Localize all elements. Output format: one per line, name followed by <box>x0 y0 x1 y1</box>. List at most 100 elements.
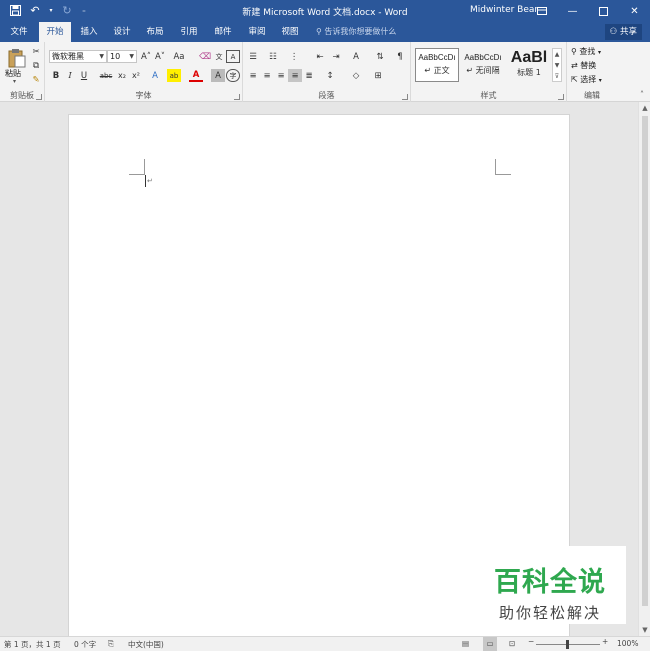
customize-qat-icon[interactable]: ₌ <box>80 3 88 17</box>
zoom-in-icon[interactable]: + <box>602 637 608 646</box>
font-group-label: 字体 <box>135 91 152 100</box>
enclose-char-icon[interactable]: 字 <box>226 69 240 82</box>
zoom-level[interactable]: 100% <box>617 639 638 648</box>
distributed-icon[interactable]: ≣ <box>302 69 316 82</box>
paste-icon[interactable] <box>8 48 26 68</box>
zoom-slider-thumb[interactable] <box>566 640 569 649</box>
char-shading-icon[interactable]: A <box>211 69 225 82</box>
tab-references[interactable]: 引用 <box>174 22 204 42</box>
read-mode-icon[interactable]: ▤ <box>462 639 469 648</box>
styles-scroll[interactable]: ▲ ▼ ⊽ <box>552 48 562 82</box>
copy-icon[interactable]: ⧉ <box>29 59 43 72</box>
line-spacing-icon[interactable]: ↕ <box>323 69 337 82</box>
chevron-down-icon: ▼ <box>99 53 104 60</box>
numbering-icon[interactable]: ☷ <box>266 50 280 63</box>
chevron-down-icon[interactable]: ▾ <box>13 78 16 85</box>
select-button[interactable]: ⇱ 选择 ▾ <box>571 74 602 85</box>
language[interactable]: 中文(中国) <box>128 639 164 650</box>
scroll-down-icon[interactable]: ▼ <box>639 624 650 636</box>
justify-icon[interactable]: ≡ <box>288 69 302 82</box>
phonetic-guide-icon[interactable]: 文 <box>212 50 226 63</box>
tab-review[interactable]: 审阅 <box>242 22 272 42</box>
minimize-icon[interactable]: — <box>557 0 588 22</box>
tell-me-box[interactable]: ⚲ 告诉我你想要做什么 <box>316 22 396 42</box>
style-normal[interactable]: AaBbCcDı ↵ 正文 <box>415 48 459 82</box>
char-border-button[interactable]: A <box>226 50 240 63</box>
font-size-combo[interactable]: 10 ▼ <box>107 50 137 63</box>
scroll-thumb[interactable] <box>642 116 648 606</box>
page-count[interactable]: 第 1 页，共 1 页 <box>4 639 61 650</box>
collapse-ribbon-icon[interactable]: ˄ <box>640 90 644 99</box>
bullets-icon[interactable]: ☰ <box>246 50 260 63</box>
tell-me-text: 告诉我你想要做什么 <box>324 27 397 36</box>
styles-group: AaBbCcDı ↵ 正文 AaBbCcDı ↵ 无间隔 AaBl 标题 1 ▲… <box>411 42 567 102</box>
style-sample: AaBl <box>510 49 548 66</box>
share-button[interactable]: ⚇ 共享 <box>604 24 642 40</box>
align-left-icon[interactable]: ≡ <box>246 69 260 82</box>
cut-icon[interactable]: ✂ <box>29 45 43 58</box>
proofing-icon[interactable]: ⎘ <box>108 639 114 649</box>
person-icon: ⚇ <box>609 27 618 37</box>
undo-icon[interactable]: ↶ <box>28 3 42 17</box>
chevron-down-icon[interactable]: ▾ <box>48 3 54 17</box>
restore-icon[interactable] <box>588 0 619 22</box>
shrink-font-button[interactable]: A˅ <box>153 50 167 63</box>
window-title: 新建 Microsoft Word 文档.docx - Word <box>242 8 408 18</box>
title-bar: ↶ ▾ ↻ ₌ 新建 Microsoft Word 文档.docx - Word… <box>0 0 650 22</box>
paragraph-mark: ↵ <box>147 177 153 185</box>
font-color-button[interactable]: A <box>189 69 203 82</box>
text-effects-icon[interactable]: A <box>148 69 162 82</box>
bold-button[interactable]: B <box>49 69 63 82</box>
italic-button[interactable]: I <box>63 69 77 82</box>
tab-home[interactable]: 开始 <box>39 22 71 42</box>
ribbon-display-icon[interactable] <box>526 0 557 22</box>
shading-icon[interactable]: ◇ <box>349 69 363 82</box>
highlight-button[interactable]: ab <box>167 69 181 82</box>
increase-indent-icon[interactable]: ⇥ <box>329 50 343 63</box>
find-button[interactable]: ⚲ 查找 ▾ <box>571 46 601 57</box>
sort-icon[interactable]: ⇅ <box>373 50 387 63</box>
search-icon: ⚲ <box>571 47 577 56</box>
vertical-scrollbar[interactable]: ▲ ▼ <box>638 102 650 636</box>
select-label: 选择 <box>580 75 597 84</box>
style-no-spacing[interactable]: AaBbCcDı ↵ 无间隔 <box>461 48 505 82</box>
font-size-value: 10 <box>110 52 121 61</box>
font-name-combo[interactable]: 微软雅黑 ▼ <box>49 50 107 63</box>
zoom-out-icon[interactable]: − <box>528 637 534 646</box>
subscript-button[interactable]: x₂ <box>115 69 129 82</box>
underline-button[interactable]: U <box>77 69 91 82</box>
print-layout-icon[interactable]: ▭ <box>483 637 497 651</box>
save-icon[interactable] <box>8 3 22 17</box>
styles-launcher-icon[interactable] <box>558 94 564 100</box>
styles-group-label: 样式 <box>480 91 497 100</box>
word-count[interactable]: 0 个字 <box>74 639 96 650</box>
clear-format-icon[interactable]: ⌫ <box>198 50 212 63</box>
font-launcher-icon[interactable] <box>234 94 240 100</box>
multilevel-list-icon[interactable]: ⋮ <box>287 50 301 63</box>
tab-insert[interactable]: 插入 <box>74 22 104 42</box>
tab-layout[interactable]: 布局 <box>140 22 170 42</box>
tab-design[interactable]: 设计 <box>107 22 137 42</box>
tab-mailings[interactable]: 邮件 <box>208 22 238 42</box>
show-marks-icon[interactable]: ¶ <box>393 50 407 63</box>
web-layout-icon[interactable]: ⊡ <box>509 639 515 648</box>
tab-view[interactable]: 视图 <box>275 22 305 42</box>
borders-icon[interactable]: ⊞ <box>371 69 385 82</box>
align-center-icon[interactable]: ≡ <box>260 69 274 82</box>
replace-button[interactable]: ⇄ 替换 <box>571 60 596 71</box>
tab-file[interactable]: 文件 <box>4 22 34 42</box>
change-case-button[interactable]: Aa <box>170 50 188 63</box>
decrease-indent-icon[interactable]: ⇤ <box>313 50 327 63</box>
chinese-layout-icon[interactable]: A <box>349 50 363 63</box>
grow-font-button[interactable]: A˄ <box>139 50 153 63</box>
format-painter-icon[interactable]: ✎ <box>29 73 43 86</box>
style-heading-1[interactable]: AaBl 标题 1 <box>507 48 551 82</box>
redo-icon[interactable]: ↻ <box>60 3 74 17</box>
close-icon[interactable]: ✕ <box>619 0 650 22</box>
align-right-icon[interactable]: ≡ <box>274 69 288 82</box>
clipboard-launcher-icon[interactable] <box>36 94 42 100</box>
paragraph-launcher-icon[interactable] <box>402 94 408 100</box>
strikethrough-button[interactable]: abc <box>97 69 115 82</box>
scroll-up-icon[interactable]: ▲ <box>639 102 650 114</box>
superscript-button[interactable]: x² <box>129 69 143 82</box>
